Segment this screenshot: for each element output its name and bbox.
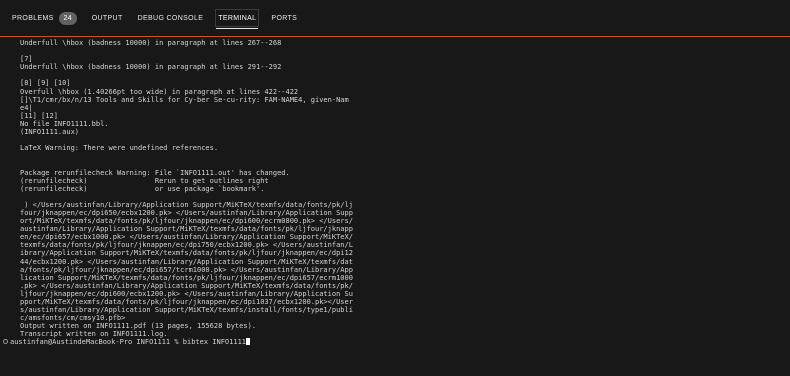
terminal-line: a/fonts/pk/ljfour/jknappen/ec/dpi657/tcr… (20, 265, 353, 274)
terminal-line: (rerunfilecheck) Rerun to get outlines r… (20, 176, 269, 185)
terminal-line: four/jknappen/ec/dpi650/ecbx1200.pk> </U… (20, 208, 353, 217)
tab-ports-label: PORTS (271, 14, 298, 22)
terminal-output[interactable]: Underfull \hbox (badness 10000) in parag… (0, 38, 790, 376)
terminal-line: ) </Users/austinfan/Library/Application … (20, 200, 353, 209)
terminal-line: (rerunfilecheck) or use package `bookmar… (20, 184, 265, 193)
terminal-line: pport/MiKTeX/texmfs/data/fonts/pk/ljfour… (20, 298, 353, 306)
terminal-line: austinfan/Library/Application Support/Mi… (20, 225, 353, 234)
tab-ports[interactable]: PORTS (271, 8, 297, 28)
terminal-line: Overfull \hbox (1.40266pt too wide) in p… (20, 87, 299, 96)
terminal-line: s/austinfan/Library/Application Support/… (20, 306, 353, 315)
terminal-line: (INFO1111.aux) (20, 128, 80, 137)
tab-terminal-label: TERMINAL (218, 14, 257, 22)
command-status-icon (3, 339, 8, 345)
terminal-line: e4| (20, 103, 33, 112)
terminal-line: LaTeX Warning: There were undefined refe… (20, 144, 219, 153)
terminal-line: en/ec/dpi657/ecbx1000.pk> </Users/austin… (20, 233, 353, 242)
tab-problems-label: PROBLEMS (12, 14, 54, 22)
terminal-line: c/amsfonts/cm/cmsy10.pfb> (20, 314, 126, 323)
terminal-line: Package rerunfilecheck Warning: File `IN… (20, 168, 290, 177)
tab-debug-console-label: DEBUG CONSOLE (137, 14, 204, 22)
tab-output-label: OUTPUT (91, 14, 123, 22)
tab-problems[interactable]: PROBLEMS 24 (12, 8, 77, 28)
terminal-line: Output written on INFO1111.pdf (13 pages… (20, 322, 257, 331)
terminal-line: ort/MiKTeX/texmfs/data/fonts/pk/ljfour/j… (20, 217, 353, 226)
terminal-line: ibrary/Application Support/MiKTeX/texmfs… (20, 249, 353, 258)
tab-terminal[interactable]: TERMINAL (215, 8, 260, 29)
terminal-line: [7] (20, 55, 33, 64)
terminal-line: Underfull \hbox (badness 10000) in parag… (20, 63, 282, 72)
problems-count-badge: 24 (58, 11, 77, 25)
tab-debug-console[interactable]: DEBUG CONSOLE (138, 8, 204, 28)
terminal-line: lication Support/MiKTeX/texmfs/data/font… (20, 273, 353, 282)
terminal-line: [11] [12] (20, 111, 58, 120)
tab-output[interactable]: OUTPUT (92, 8, 123, 28)
terminal-line: Transcript written on INFO1111.log. (20, 330, 168, 339)
terminal-line: No file INFO1111.bbl. (20, 119, 109, 128)
terminal-cursor (246, 338, 251, 346)
terminal-line: .pk> </Users/austinfan/Library/Applicati… (20, 281, 353, 290)
terminal-line: []\T1/cmr/bx/n/13 Tools and Skills for C… (20, 95, 349, 104)
terminal-line: ljfour/jknappen/ec/dpi600/ecbx1200.pk> <… (20, 289, 353, 298)
terminal-prompt-line[interactable]: austinfan@AustindeMacBook-Pro INFO1111 %… (0, 338, 790, 346)
terminal-line: Underfull \hbox (badness 10000) in parag… (20, 39, 282, 47)
terminal-line: [8] [9] [10] (20, 79, 71, 88)
terminal-line: texmfs/data/fonts/pk/ljfour/jknappen/ec/… (20, 241, 353, 250)
terminal-prompt-text: austinfan@AustindeMacBook-Pro INFO1111 %… (10, 338, 247, 347)
panel-tab-bar: PROBLEMS 24 OUTPUT DEBUG CONSOLE TERMINA… (0, 0, 790, 37)
terminal-line: 44/ecbx1200.pk> </Users/austinfan/Librar… (20, 257, 353, 266)
